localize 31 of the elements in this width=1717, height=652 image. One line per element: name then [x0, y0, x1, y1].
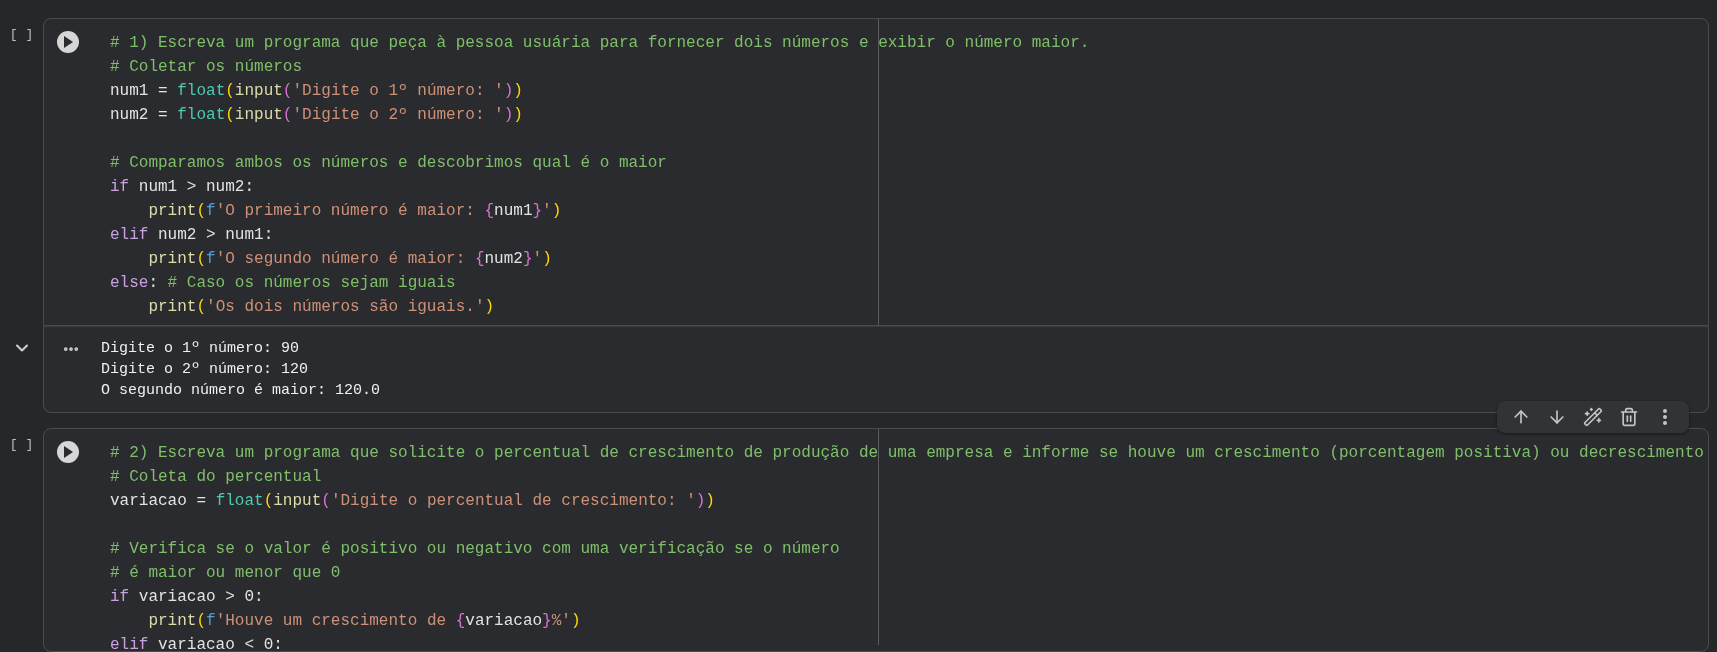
code-line: num2 = float(input('Digite o 2º número: ')) [110, 105, 523, 126]
code-line: num1 = float(input('Digite o 1º número: ')) [110, 81, 523, 102]
play-icon [63, 446, 73, 458]
run-cell-button[interactable] [57, 31, 79, 53]
code-line: elif variacao < 0: [110, 635, 283, 651]
output-line: O segundo número é maior: 120.0 [101, 381, 381, 401]
play-icon [63, 36, 73, 48]
output-line: Digite o 1º número: 90 [101, 339, 301, 359]
code-line: variacao = float(input('Digite o percentual de crescimento: ')) [110, 491, 715, 512]
code-line: # Coletar os números [110, 57, 303, 78]
trash-icon [1619, 407, 1639, 427]
code-line: if variacao > 0: [110, 587, 264, 608]
code-line: print(f'O segundo número é maior: {num2}') [147, 249, 552, 270]
code-line: print(f'O primeiro número é maior: {num1}') [147, 201, 562, 222]
output-line: Digite o 2º número: 120 [101, 360, 310, 380]
code-line: # 2) Escreva um programa que solicite o percentual de crescimento de produção de uma empresa e informe se houve um crescimento (porcentagem positiva) ou decrescimento [110, 443, 1704, 464]
code-line: # é maior ou menor que 0 [110, 563, 341, 584]
code-line: print('Os dois números são iguais.') [147, 297, 495, 318]
more-icon [1663, 409, 1667, 425]
code-line: elif num2 > num1: [110, 225, 274, 246]
execution-count-label: [ ] [9, 27, 34, 42]
run-cell-button[interactable] [57, 441, 79, 463]
code-line: print(f'Houve um crescimento de {variacao}%') [147, 611, 581, 632]
execution-count-label: [ ] [9, 437, 34, 452]
code-line: else: # Caso os números sejam iguais [110, 273, 456, 294]
code-line: # 1) Escreva um programa que peça à pessoa usuária para fornecer dois números e exibir o número maior. [110, 33, 1090, 54]
code-line: # Verifica se o valor é positivo ou negativo com uma verificação se o número [110, 539, 840, 560]
wand-icon [1583, 407, 1603, 427]
code-line: if num1 > num2: [110, 177, 255, 198]
code-line: # Comparamos ambos os números e descobrimos qual é o maior [110, 153, 667, 174]
code-line: # Coleta do percentual [110, 467, 322, 488]
